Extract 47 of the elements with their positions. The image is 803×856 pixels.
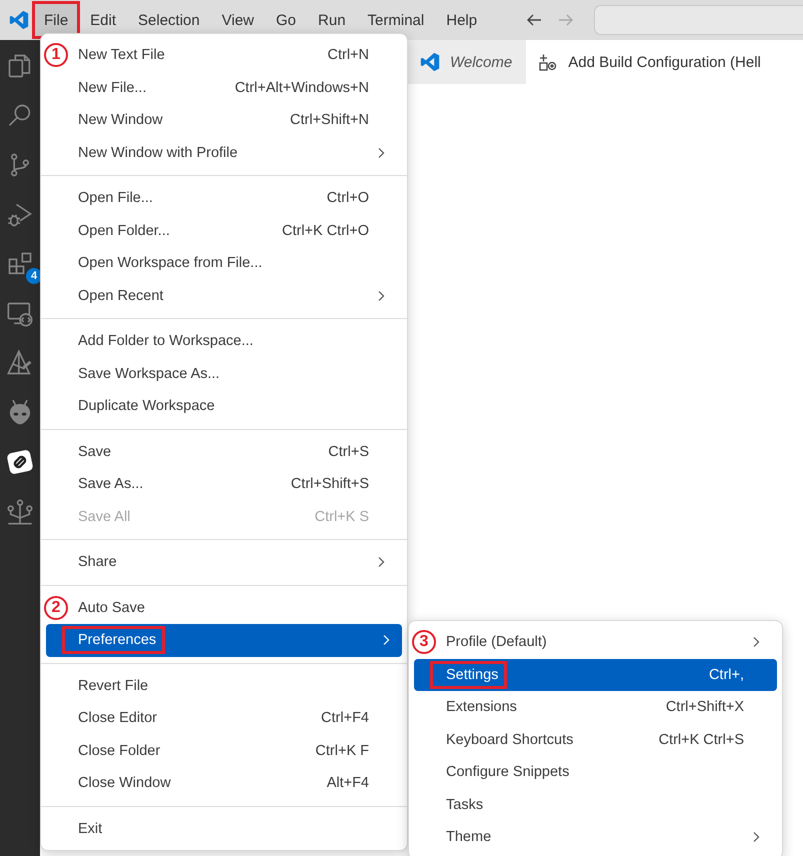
menu-bar-item[interactable]: View [210,5,266,35]
menu-bar-item[interactable]: Run [306,5,358,35]
menu-item[interactable]: Keyboard Shortcuts Ctrl+K Ctrl+S [409,724,782,756]
menu-item[interactable]: Save Workspace As... [41,358,407,390]
menu-item[interactable]: New Window with Profile [41,136,407,169]
gear-plus-icon [538,52,558,72]
step-number-badge: 3 [412,630,436,654]
menu-bar-item[interactable]: Terminal [356,5,436,35]
menu-bar-item[interactable]: Selection [126,5,212,35]
command-center-field[interactable] [594,5,803,35]
app-logo [420,52,440,72]
menu-item[interactable]: 2 Auto Save [41,592,407,624]
menu-item[interactable]: Exit [41,812,407,845]
editor-tab[interactable]: Welcome [408,40,526,84]
menu-item[interactable]: Share [41,546,407,578]
menu-item[interactable]: Extensions Ctrl+Shift+X [409,691,782,724]
step-number-badge: 1 [44,43,68,67]
menu-item[interactable]: Close Window Alt+F4 [41,767,407,800]
menu-item[interactable]: Open Folder... Ctrl+K Ctrl+O [41,214,407,247]
triangle-wrench-icon[interactable] [6,349,34,377]
menu-item[interactable]: Save As... Ctrl+Shift+S [41,468,407,500]
menu-item[interactable]: Open Workspace from File... [41,247,407,280]
menu-item[interactable]: 1 New Text File Ctrl+N [41,39,407,72]
menu-item[interactable]: Add Folder to Workspace... [41,325,407,358]
menu-item[interactable]: Duplicate Workspace [41,390,407,422]
tree-icon[interactable] [6,498,34,526]
menu-item[interactable]: New Window Ctrl+Shift+N [41,104,407,136]
menu-item[interactable]: Preferences [46,624,402,656]
menu-bar-item[interactable]: Help [434,5,490,35]
menu-item[interactable]: Open File... Ctrl+O [41,182,407,214]
menu-item[interactable]: Save Ctrl+S [41,436,407,468]
menu-item[interactable]: Theme [409,821,782,854]
menu-bar-item[interactable]: Go [264,5,308,35]
step-number-badge: 2 [44,596,68,620]
menu-item[interactable]: Revert File [41,670,407,702]
monitor-icon[interactable] [6,300,34,328]
menu-item[interactable]: 3 Profile (Default) [409,626,782,658]
menu-item[interactable]: Configure Snippets [409,756,782,788]
menu-item[interactable]: Settings Ctrl+, [414,658,777,691]
editor-tab[interactable]: Add Build Configuration (Hell [526,40,803,84]
menu-item[interactable]: Tasks [409,788,782,821]
menu-item[interactable]: Close Folder Ctrl+K F [41,734,407,767]
menu-item[interactable]: Close Editor Ctrl+F4 [41,702,407,734]
menu-item[interactable]: New File... Ctrl+Alt+Windows+N [41,72,407,104]
menu-bar-item[interactable]: Edit [78,5,128,35]
app-logo [9,10,29,30]
menu-item[interactable]: Open Recent [41,280,407,312]
